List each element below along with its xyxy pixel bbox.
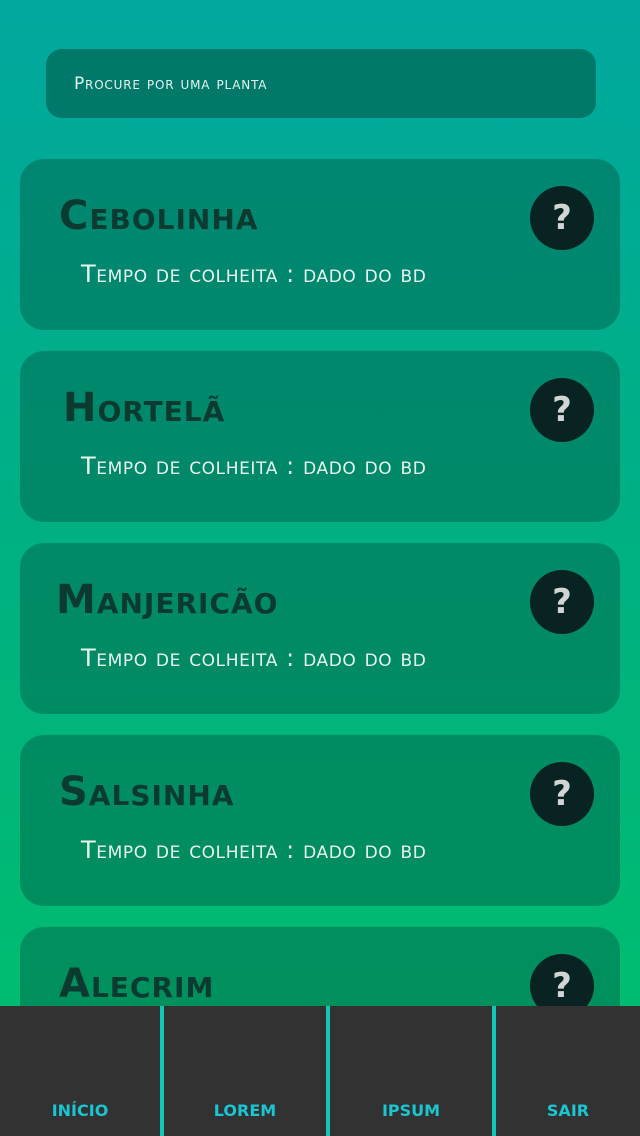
search-input[interactable]: Procure por uma planta	[46, 49, 596, 118]
nav-label: INÍCIO	[51, 1101, 109, 1120]
harvest-time: Tempo de colheita : dado do bd	[81, 260, 427, 288]
question-mark-icon: ?	[552, 966, 572, 1006]
harvest-time: Tempo de colheita : dado do bd	[81, 452, 427, 480]
nav-item-ipsum[interactable]: IPSUM	[326, 1006, 492, 1136]
plant-card-salsinha[interactable]: Salsinha Tempo de colheita : dado do bd …	[20, 735, 620, 906]
harvest-time: Tempo de colheita : dado do bd	[81, 644, 427, 672]
plant-card-hortela[interactable]: Hortelã Tempo de colheita : dado do bd ?	[20, 351, 620, 522]
help-button[interactable]: ?	[530, 378, 594, 442]
nav-label: IPSUM	[381, 1101, 441, 1120]
plant-card-cebolinha[interactable]: Cebolinha Tempo de colheita : dado do bd…	[20, 159, 620, 330]
question-mark-icon: ?	[552, 774, 572, 814]
help-button[interactable]: ?	[530, 762, 594, 826]
question-mark-icon: ?	[552, 390, 572, 430]
plant-name: Alecrim	[59, 961, 215, 1007]
nav-item-lorem[interactable]: LOREM	[160, 1006, 326, 1136]
bottom-nav: INÍCIO LOREM IPSUM SAIR	[0, 1006, 640, 1136]
nav-label: SAIR	[546, 1101, 590, 1120]
plant-card-manjericao[interactable]: Manjericão Tempo de colheita : dado do b…	[20, 543, 620, 714]
nav-label: LOREM	[213, 1101, 277, 1120]
plant-name: Salsinha	[59, 769, 235, 815]
plant-name: Cebolinha	[59, 193, 259, 239]
harvest-time: Tempo de colheita : dado do bd	[81, 836, 427, 864]
help-button[interactable]: ?	[530, 570, 594, 634]
plant-name: Hortelã	[63, 385, 226, 431]
question-mark-icon: ?	[552, 582, 572, 622]
question-mark-icon: ?	[552, 198, 572, 238]
help-button[interactable]: ?	[530, 186, 594, 250]
search-placeholder: Procure por uma planta	[74, 73, 268, 94]
nav-item-sair[interactable]: SAIR	[492, 1006, 640, 1136]
nav-item-inicio[interactable]: INÍCIO	[0, 1006, 160, 1136]
plant-name: Manjericão	[56, 577, 279, 623]
